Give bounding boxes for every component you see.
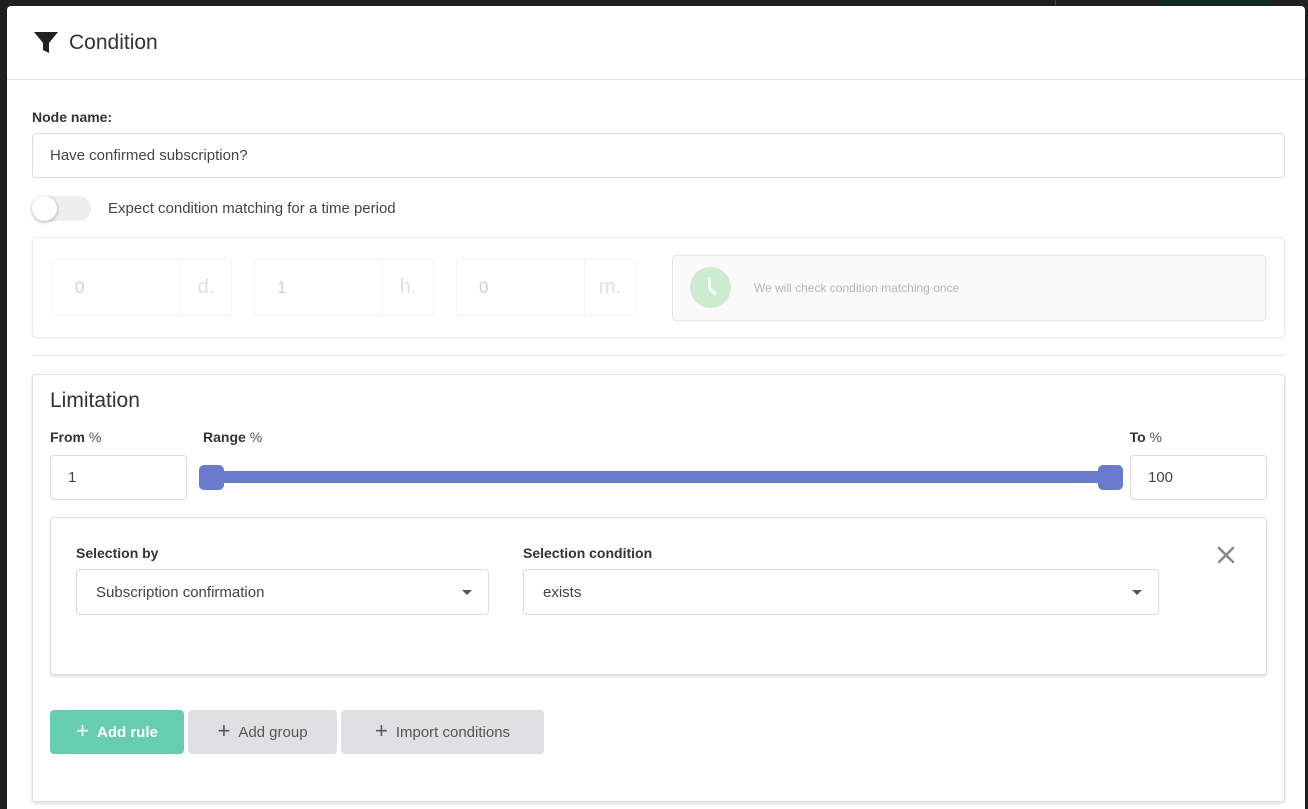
- range-label: Range %: [203, 429, 263, 445]
- hours-unit: h.: [399, 276, 417, 298]
- plus-icon: +: [374, 718, 388, 743]
- limitation-title: Limitation: [50, 389, 140, 412]
- selection-by-field: Selection by Subscription confirmation: [76, 545, 489, 615]
- range-labels: From % Range % To %: [50, 429, 1267, 449]
- hours-input-group: 1 h.: [254, 259, 434, 316]
- selection-by-select[interactable]: Subscription confirmation: [76, 569, 489, 615]
- modal-title: Condition: [69, 30, 158, 54]
- selection-condition-select[interactable]: exists: [523, 569, 1159, 615]
- import-conditions-button[interactable]: + Import conditions: [341, 710, 544, 754]
- plus-icon: +: [76, 718, 89, 743]
- node-name-input[interactable]: Have confirmed subscription?: [32, 133, 1285, 178]
- node-name-label: Node name:: [32, 109, 113, 125]
- selection-condition-value: exists: [543, 583, 582, 601]
- node-name-value: Have confirmed subscription?: [50, 147, 248, 164]
- to-label: To %: [1129, 429, 1162, 445]
- time-period-toggle[interactable]: [32, 195, 91, 221]
- minutes-unit: m.: [598, 276, 622, 298]
- limitation-panel: Limitation From % Range % To % 1 100 Sel…: [32, 374, 1285, 802]
- selection-condition-label: Selection condition: [523, 545, 653, 561]
- slider-handle-from[interactable]: [199, 465, 224, 490]
- section-divider: [32, 355, 1285, 356]
- days-unit: d.: [197, 276, 215, 298]
- chevron-down-icon: [1132, 589, 1142, 595]
- slider-fill: [211, 471, 1111, 483]
- days-input-group: 0 d.: [52, 259, 232, 316]
- condition-modal: Condition Node name: Have confirmed subs…: [7, 6, 1305, 809]
- clock-icon: [690, 267, 731, 308]
- check-info-box: We will check condition matching once: [672, 254, 1266, 321]
- time-period-box: 0 d. 1 h. 0 m. We will check condition m…: [32, 237, 1285, 338]
- selection-condition-field: Selection condition exists: [523, 545, 1159, 615]
- plus-icon: +: [217, 718, 231, 743]
- modal-header: Condition: [7, 6, 1305, 80]
- from-label: From %: [50, 429, 102, 445]
- hours-input[interactable]: 1: [255, 260, 383, 315]
- toggle-knob: [32, 195, 57, 221]
- slider-handle-to[interactable]: [1098, 465, 1123, 490]
- add-group-button[interactable]: + Add group: [188, 710, 337, 754]
- from-percent-value: 1: [68, 469, 77, 486]
- action-buttons: + Add rule + Add group + Import conditio…: [50, 710, 1267, 754]
- days-input[interactable]: 0: [53, 260, 181, 315]
- to-percent-value: 100: [1148, 469, 1174, 486]
- check-info-text: We will check condition matching once: [754, 280, 960, 295]
- add-rule-label: Add rule: [97, 723, 158, 741]
- modal-body: Node name: Have confirmed subscription? …: [7, 109, 1305, 802]
- filter-icon: [33, 31, 59, 55]
- add-group-label: Add group: [238, 723, 308, 741]
- add-rule-button[interactable]: + Add rule: [50, 710, 184, 754]
- to-percent-input[interactable]: 100: [1130, 455, 1267, 500]
- time-period-toggle-row: Expect condition matching for a time per…: [32, 195, 1285, 221]
- rule-card: Selection by Subscription confirmation S…: [50, 517, 1267, 675]
- selection-by-label: Selection by: [76, 545, 159, 561]
- from-percent-input[interactable]: 1: [50, 455, 187, 500]
- range-slider[interactable]: [199, 455, 1123, 500]
- time-period-toggle-label: Expect condition matching for a time per…: [108, 199, 396, 217]
- minutes-input-group: 0 m.: [456, 259, 636, 316]
- range-row: 1 100: [50, 455, 1267, 500]
- selection-by-value: Subscription confirmation: [96, 583, 265, 601]
- remove-rule-close-icon[interactable]: [1216, 545, 1236, 565]
- import-conditions-label: Import conditions: [395, 723, 511, 741]
- minutes-input[interactable]: 0: [457, 260, 585, 315]
- chevron-down-icon: [462, 589, 472, 595]
